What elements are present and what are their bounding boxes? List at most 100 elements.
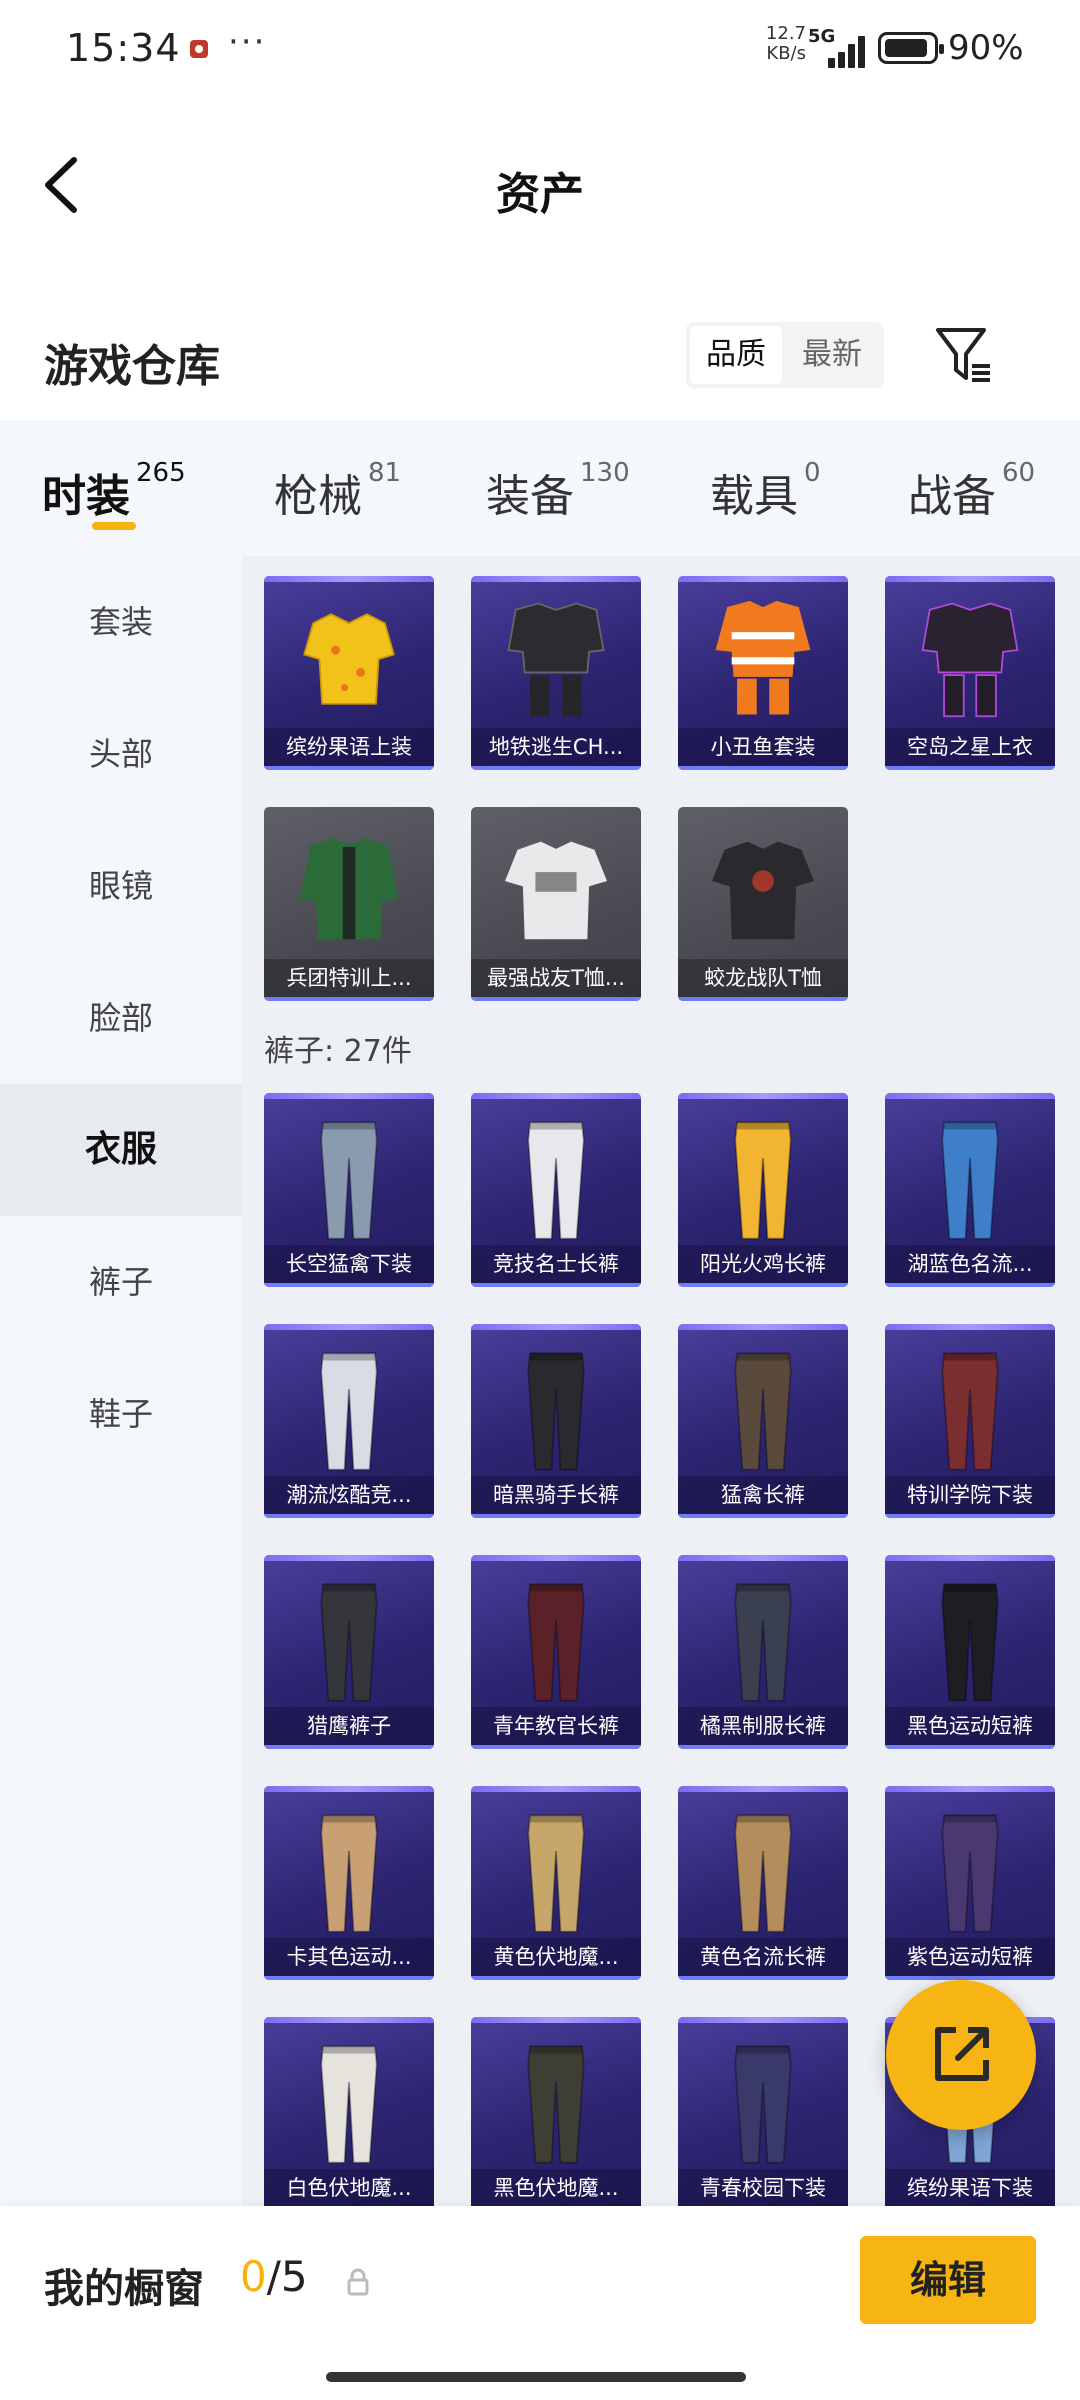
notification-app-icon	[190, 40, 208, 58]
battery-icon	[878, 32, 944, 64]
card-highlight	[471, 1786, 641, 1792]
sidebar-item-head[interactable]: 头部	[0, 688, 242, 820]
edit-button[interactable]: 编辑	[860, 2236, 1036, 2324]
outfit-black-icon	[507, 602, 605, 717]
card-bottom-line	[471, 1514, 641, 1518]
item-card[interactable]: 猛禽长裤	[678, 1324, 848, 1518]
item-card[interactable]: 青春校园下装	[678, 2017, 848, 2206]
card-highlight	[678, 576, 848, 582]
card-highlight	[885, 1786, 1055, 1792]
item-name: 缤纷果语上装	[264, 728, 434, 766]
card-highlight	[471, 2017, 641, 2023]
tab-label: 装备	[486, 471, 574, 522]
item-name: 黑色运动短裤	[885, 1707, 1055, 1745]
card-bottom-line	[885, 1283, 1055, 1287]
sidebar-item-sets[interactable]: 套装	[0, 556, 242, 688]
showcase-total: /5	[266, 2252, 308, 2301]
card-highlight	[264, 1324, 434, 1330]
home-indicator[interactable]	[326, 2372, 746, 2382]
battery-level: 90%	[948, 28, 1024, 68]
card-bottom-line	[264, 1283, 434, 1287]
tab-fashion[interactable]: 时装 265	[42, 458, 186, 524]
item-card[interactable]: 青年教官长裤	[471, 1555, 641, 1749]
filter-icon[interactable]	[934, 322, 994, 386]
sort-newest-option[interactable]: 最新	[786, 326, 878, 384]
status-bar: 15:34 ··· 12.7 KB/s 5G 90%	[0, 0, 1080, 100]
card-bottom-line	[471, 766, 641, 770]
status-time: 15:34	[66, 26, 181, 70]
card-bottom-line	[678, 1745, 848, 1749]
item-name: 湖蓝色名流...	[885, 1245, 1055, 1283]
item-card[interactable]: 空岛之星上衣	[885, 576, 1055, 770]
item-name: 猎鹰裤子	[264, 1707, 434, 1745]
item-card[interactable]: 湖蓝色名流...	[885, 1093, 1055, 1287]
sidebar: 套装 头部 眼镜 脸部 衣服 裤子 鞋子	[0, 556, 242, 2206]
item-card[interactable]: 黄色名流长裤	[678, 1786, 848, 1980]
tab-label: 时装	[42, 471, 130, 522]
item-name: 最强战友T恤...	[471, 959, 641, 997]
item-card[interactable]: 地铁逃生CH...	[471, 576, 641, 770]
item-name: 白色伏地魔...	[264, 2169, 434, 2206]
item-card[interactable]: 兵团特训上...	[264, 807, 434, 1001]
tab-equipment[interactable]: 装备 130	[486, 458, 630, 524]
pants-icon	[320, 1352, 378, 1471]
tab-count: 81	[368, 458, 402, 488]
card-bottom-line	[264, 997, 434, 1001]
card-highlight	[885, 576, 1055, 582]
item-card[interactable]: 紫色运动短裤	[885, 1786, 1055, 1980]
item-card[interactable]: 黑色运动短裤	[885, 1555, 1055, 1749]
card-highlight	[264, 1555, 434, 1561]
card-highlight	[471, 1093, 641, 1099]
pants-icon	[734, 2045, 792, 2164]
tab-supplies[interactable]: 战备 60	[908, 458, 1036, 524]
item-card[interactable]: 长空猛禽下装	[264, 1093, 434, 1287]
item-card[interactable]: 最强战友T恤...	[471, 807, 641, 1001]
card-bottom-line	[678, 997, 848, 1001]
item-card[interactable]: 小丑鱼套装	[678, 576, 848, 770]
tab-vehicles[interactable]: 载具 0	[710, 458, 821, 524]
item-card[interactable]: 橘黑制服长裤	[678, 1555, 848, 1749]
tab-count: 265	[136, 458, 186, 488]
network-speed-unit: KB/s	[766, 43, 806, 64]
item-card[interactable]: 暗黑骑手长裤	[471, 1324, 641, 1518]
tab-weapons[interactable]: 枪械 81	[274, 458, 402, 524]
bottom-bar: 我的橱窗 0/5 编辑	[0, 2206, 1080, 2400]
page-title: 资产	[496, 169, 584, 220]
item-name: 特训学院下装	[885, 1476, 1055, 1514]
pants-icon	[527, 1352, 585, 1471]
sidebar-item-pants[interactable]: 裤子	[0, 1216, 242, 1348]
item-card[interactable]: 黑色伏地魔...	[471, 2017, 641, 2206]
item-card[interactable]: 特训学院下装	[885, 1324, 1055, 1518]
sidebar-item-clothes[interactable]: 衣服	[0, 1084, 242, 1216]
sidebar-item-glasses[interactable]: 眼镜	[0, 820, 242, 952]
card-bottom-line	[678, 1514, 848, 1518]
card-bottom-line	[471, 997, 641, 1001]
pants-icon	[320, 1583, 378, 1702]
item-card[interactable]: 黄色伏地魔...	[471, 1786, 641, 1980]
item-name: 黄色伏地魔...	[471, 1938, 641, 1976]
active-tab-indicator	[92, 522, 136, 530]
card-highlight	[471, 576, 641, 582]
item-name: 黑色伏地魔...	[471, 2169, 641, 2206]
item-card[interactable]: 竞技名士长裤	[471, 1093, 641, 1287]
item-card[interactable]: 阳光火鸡长裤	[678, 1093, 848, 1287]
sort-quality-option[interactable]: 品质	[690, 326, 782, 384]
card-highlight	[885, 1324, 1055, 1330]
item-card[interactable]: 白色伏地魔...	[264, 2017, 434, 2206]
item-card[interactable]: 卡其色运动...	[264, 1786, 434, 1980]
tab-count: 60	[1002, 458, 1036, 488]
card-highlight	[885, 1093, 1055, 1099]
sidebar-item-shoes[interactable]: 鞋子	[0, 1348, 242, 1480]
pants-icon	[734, 1121, 792, 1240]
share-button[interactable]	[886, 1980, 1036, 2130]
pants-icon	[320, 1814, 378, 1933]
showcase-label: 我的橱窗	[44, 2266, 204, 2312]
pants-icon	[941, 1814, 999, 1933]
item-card[interactable]: 蛟龙战队T恤	[678, 807, 848, 1001]
item-name: 长空猛禽下装	[264, 1245, 434, 1283]
item-card[interactable]: 猎鹰裤子	[264, 1555, 434, 1749]
item-name: 青春校园下装	[678, 2169, 848, 2206]
item-card[interactable]: 缤纷果语上装	[264, 576, 434, 770]
sidebar-item-face[interactable]: 脸部	[0, 952, 242, 1084]
item-card[interactable]: 潮流炫酷竞...	[264, 1324, 434, 1518]
